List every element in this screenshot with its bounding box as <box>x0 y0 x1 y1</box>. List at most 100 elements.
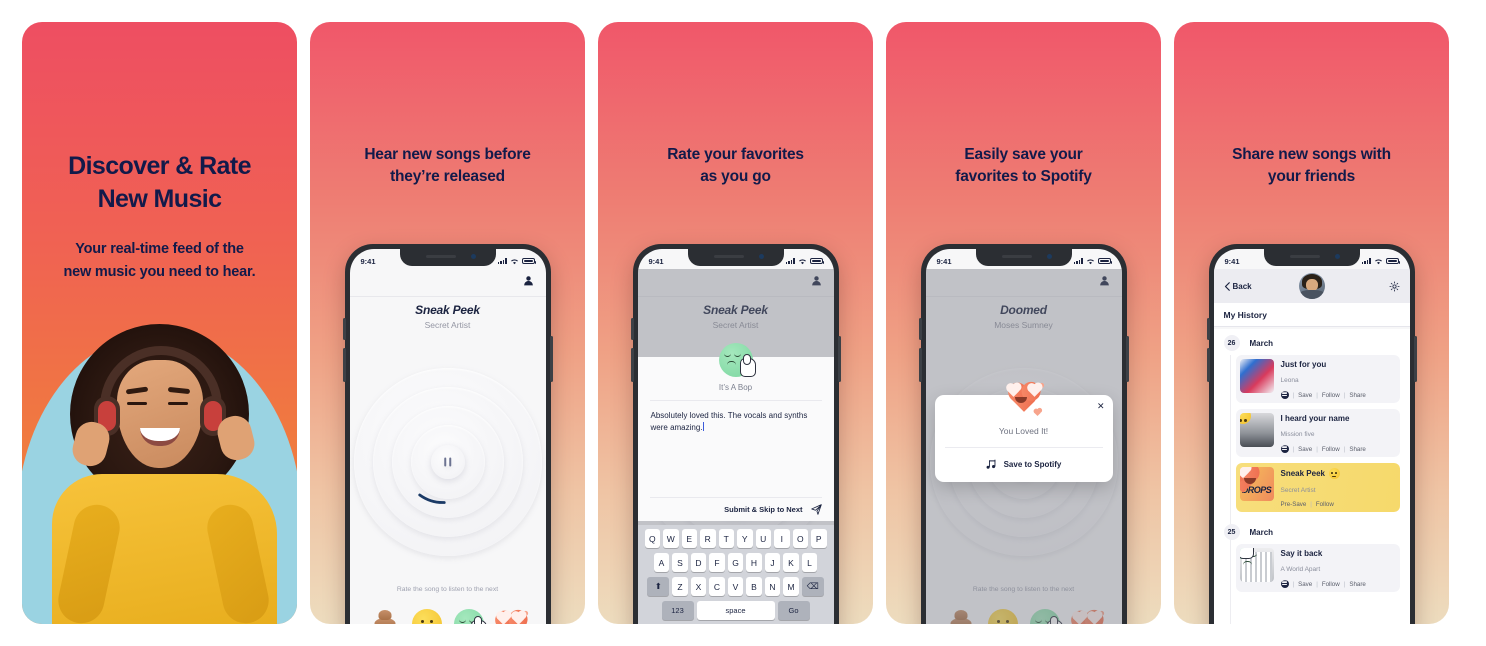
numbers-key[interactable]: 123 <box>661 601 694 620</box>
list-item[interactable]: I heard your name Mission five | Save | F… <box>1235 409 1400 457</box>
key-k[interactable]: K <box>783 553 799 572</box>
key-f[interactable]: F <box>709 553 725 572</box>
key-s[interactable]: S <box>672 553 688 572</box>
headline-line2: your friends <box>1267 168 1356 185</box>
track-title: Sneak Peek <box>1281 468 1396 479</box>
go-key[interactable]: Go <box>777 601 810 620</box>
history-list[interactable]: 26 March Just for you Leona | Save | Foll… <box>1213 329 1410 624</box>
follow-action[interactable]: Follow <box>1322 446 1340 453</box>
track-artist: Secret Artist <box>1280 487 1316 494</box>
neutral-face-emoji <box>1239 413 1251 424</box>
spotify-icon[interactable] <box>1280 391 1289 399</box>
onscreen-keyboard[interactable]: Q W E R T Y U I O P A S D F G H J K L ⬆ … <box>637 525 834 624</box>
pre-save-action[interactable]: Pre-Save <box>1281 501 1307 508</box>
review-text: Absolutely loved this. The vocals and sy… <box>650 411 808 432</box>
cellular-signal-icon <box>497 258 507 264</box>
key-i[interactable]: I <box>774 529 790 548</box>
key-e[interactable]: E <box>681 529 697 548</box>
notch <box>399 249 496 266</box>
hero-subtitle-line2: new music you need to hear. <box>63 264 256 280</box>
save-action[interactable]: Save <box>1298 446 1312 453</box>
save-action[interactable]: Save <box>1298 392 1312 399</box>
key-o[interactable]: O <box>792 529 808 548</box>
thumbs-up-emoji[interactable] <box>453 609 487 624</box>
key-m[interactable]: M <box>783 577 799 596</box>
key-g[interactable]: G <box>727 553 744 572</box>
key-y[interactable]: Y <box>737 529 753 548</box>
wifi-icon <box>510 258 518 264</box>
avatar[interactable] <box>1298 273 1325 299</box>
follow-action[interactable]: Follow <box>1322 392 1340 399</box>
headline-line1: Easily save your <box>964 146 1083 163</box>
key-j[interactable]: J <box>764 553 781 572</box>
backspace-key[interactable]: ⌫ <box>801 577 824 596</box>
key-w[interactable]: W <box>663 529 679 548</box>
panel-rate-headline: Rate your favorites as you go <box>598 144 873 188</box>
list-item[interactable]: DROPS Sneak Peek Secret Artist Pre-Save | <box>1235 463 1400 512</box>
track-title: Say it back <box>1280 549 1323 558</box>
phone-mockup: 9:41 Sneak Peek Secret Artist <box>630 244 841 624</box>
phone-mockup: 9:41 Back My History 26 March Just for y… <box>1206 244 1417 624</box>
album-art: DROPS <box>1239 467 1274 501</box>
key-v[interactable]: V <box>727 577 744 596</box>
pause-icon[interactable] <box>443 457 452 467</box>
battery-icon <box>521 258 536 264</box>
ripple-player[interactable] <box>353 367 543 557</box>
track-actions: | Save | Follow | Share <box>1280 580 1396 588</box>
modal-title: You Loved It! <box>944 426 1103 448</box>
space-key[interactable]: space <box>696 601 775 620</box>
spotify-icon[interactable] <box>1280 445 1289 453</box>
follow-action[interactable]: Follow <box>1322 581 1340 588</box>
key-b[interactable]: B <box>746 577 762 596</box>
back-label: Back <box>1232 281 1252 291</box>
follow-action[interactable]: Follow <box>1316 501 1334 508</box>
share-action[interactable]: Share <box>1349 446 1366 453</box>
key-z[interactable]: Z <box>672 577 688 596</box>
key-u[interactable]: U <box>755 529 771 548</box>
headline-line2: they’re released <box>390 168 505 185</box>
back-button[interactable]: Back <box>1224 282 1252 291</box>
list-item[interactable]: Say it back A World Apart | Save | Follow… <box>1235 544 1400 592</box>
save-to-spotify-button[interactable]: Save to Spotify <box>945 448 1103 470</box>
key-l[interactable]: L <box>801 553 818 572</box>
shift-key[interactable]: ⬆ <box>647 577 670 596</box>
panel-hero: Discover & Rate New Music Your real-time… <box>22 22 297 624</box>
review-input[interactable]: Absolutely loved this. The vocals and sy… <box>650 401 822 443</box>
key-q[interactable]: Q <box>644 529 660 548</box>
date-group-header: 25 March <box>1214 518 1410 544</box>
neutral-face-emoji[interactable] <box>411 609 442 624</box>
cellular-signal-icon <box>1073 258 1083 264</box>
headline-line2: favorites to Spotify <box>955 168 1092 185</box>
send-icon[interactable] <box>810 504 822 515</box>
key-d[interactable]: D <box>690 553 707 572</box>
album-art <box>1239 548 1274 582</box>
close-icon[interactable]: ✕ <box>1097 402 1105 411</box>
submit-button[interactable]: Submit & Skip to Next <box>724 505 802 514</box>
heart-eyes-emoji[interactable] <box>496 609 527 624</box>
save-action[interactable]: Save <box>1298 581 1312 588</box>
key-c[interactable]: C <box>709 577 725 596</box>
panel-player: Hear new songs before they’re released 9… <box>310 22 585 624</box>
key-r[interactable]: R <box>700 529 716 548</box>
profile-icon[interactable] <box>523 275 534 286</box>
thumbs-up-emoji <box>718 343 756 377</box>
share-action[interactable]: Share <box>1349 581 1366 588</box>
key-h[interactable]: H <box>746 553 762 572</box>
key-a[interactable]: A <box>653 553 670 572</box>
panel-share: Share new songs with your friends 9:41 B… <box>1174 22 1449 624</box>
spotify-icon[interactable] <box>1280 580 1289 588</box>
key-n[interactable]: N <box>764 577 781 596</box>
gear-icon[interactable] <box>1388 280 1400 292</box>
hero-title-line1: Discover & Rate <box>68 152 251 180</box>
rate-hint: Rate the song to listen to the next <box>396 586 499 593</box>
song-artist: Secret Artist <box>424 320 471 330</box>
list-item[interactable]: Just for you Leona | Save | Follow | Share <box>1235 355 1400 403</box>
panel-save: Easily save your favorites to Spotify 9:… <box>886 22 1161 624</box>
keyboard-row-1: Q W E R T Y U I O P <box>640 529 832 548</box>
key-x[interactable]: X <box>690 577 707 596</box>
key-t[interactable]: T <box>718 529 734 548</box>
poop-emoji[interactable] <box>370 609 400 624</box>
phone-screen: 9:41 Back My History 26 March Just for y… <box>1213 249 1410 624</box>
key-p[interactable]: P <box>811 529 827 548</box>
share-action[interactable]: Share <box>1349 392 1366 399</box>
